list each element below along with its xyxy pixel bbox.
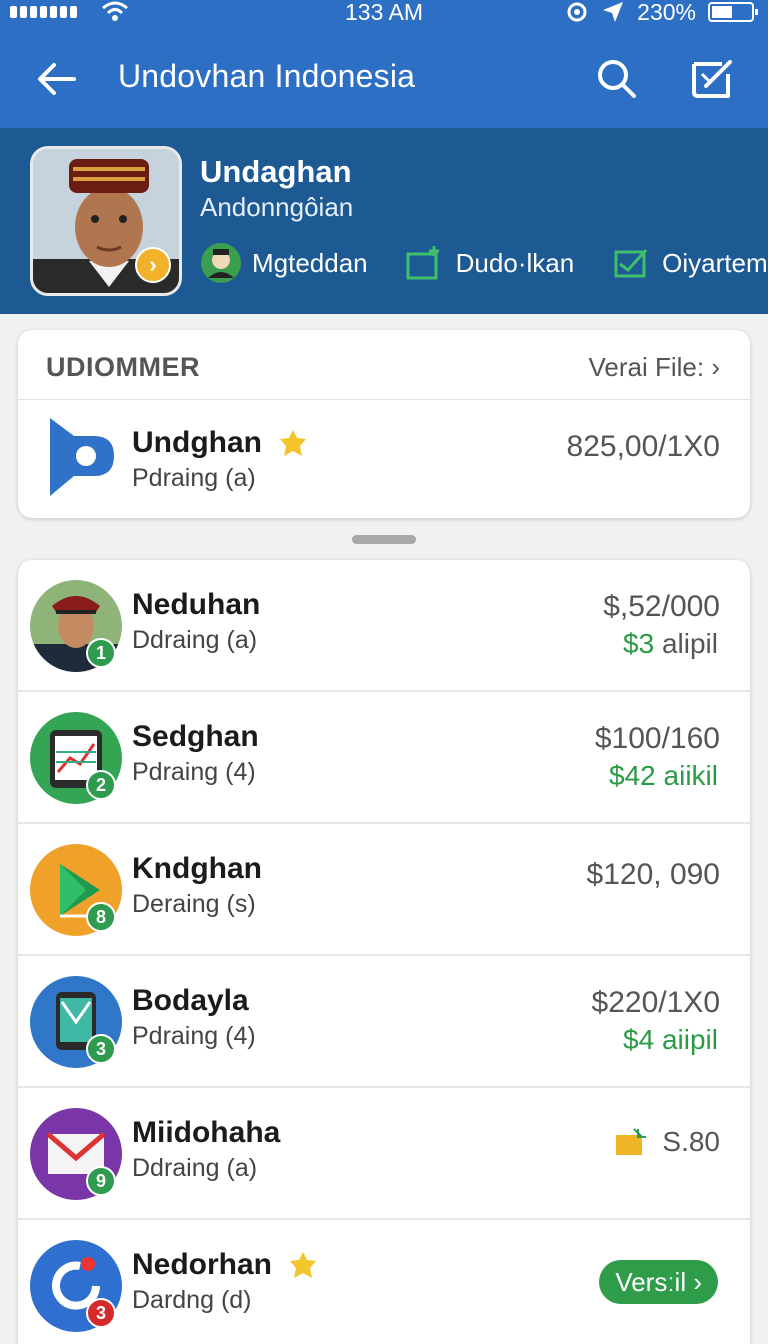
list-item[interactable]: 1 Neduhan Ddraing (a) $,52/000 $3 alipil: [18, 560, 750, 692]
item-title: Sedghan: [132, 720, 259, 753]
play-logo-icon: [50, 418, 114, 496]
item-price: $,52/000: [603, 590, 720, 623]
item-price: $100/160: [594, 722, 720, 755]
status-bar: 133 AM 230%: [0, 0, 768, 28]
list-item[interactable]: 8 Kndghan Deraing (s) $120, 090: [18, 824, 750, 956]
profile-header: › Undaghan Andonngôian Mgteddan Dudo·lka…: [0, 128, 768, 314]
item-subtitle: Ddraing (a): [132, 626, 258, 654]
item-price-row: S.80: [614, 1126, 720, 1158]
item-price: S.80: [662, 1126, 720, 1157]
action-add-folder[interactable]: Dudo·lkan: [404, 242, 575, 284]
profile-subtitle: Andonngôian: [200, 192, 354, 222]
rank-badge: 2: [86, 770, 116, 800]
rank-badge: 3: [86, 1034, 116, 1064]
location-icon: [603, 2, 624, 22]
item-subtitle: Deraing (s): [132, 890, 256, 918]
page-title: Undovhan Indonesia: [118, 58, 416, 94]
item-subtitle: Pdraing (4): [132, 1022, 256, 1050]
section-header: UDIOMMER Verai File: ›: [18, 330, 750, 400]
battery-percent: 230%: [637, 0, 696, 25]
featured-title: Undghan: [132, 426, 308, 460]
item-title: Neduhan: [132, 588, 261, 621]
version-button[interactable]: Versːil ›: [599, 1260, 718, 1304]
featured-price: 825,00/1X0: [566, 430, 720, 463]
section-label: UDIOMMER: [46, 352, 200, 382]
search-icon[interactable]: [590, 52, 644, 106]
list-item[interactable]: 9 Miidohaha Ddraing (a) S.80: [18, 1088, 750, 1220]
rank-badge: 9: [86, 1166, 116, 1196]
action-check[interactable]: Oiyartem: [610, 242, 768, 284]
profile-actions: Mgteddan Dudo·lkan Oiyartem: [200, 242, 768, 284]
list-item[interactable]: 3 Nedorhan Dardng (d) Versːil ›: [18, 1220, 750, 1344]
item-change: $42 aiikil: [609, 760, 718, 791]
rank-badge: 3: [86, 1298, 116, 1328]
view-files-link[interactable]: Verai File: ›: [589, 352, 721, 383]
sync-icon: [567, 2, 587, 22]
item-list: 1 Neduhan Ddraing (a) $,52/000 $3 alipil…: [18, 560, 750, 1344]
action-label: Oiyartem: [662, 247, 768, 278]
profile-avatar[interactable]: ›: [30, 146, 182, 296]
item-subtitle: Pdraing (4): [132, 758, 256, 786]
star-badge-icon: [280, 430, 307, 457]
app-bar: Undovhan Indonesia: [0, 28, 768, 128]
folder-plus-icon: [404, 242, 446, 284]
rank-badge: 8: [86, 902, 116, 932]
item-title: Miidohaha: [132, 1116, 281, 1149]
action-label: Dudo·lkan: [455, 247, 575, 278]
item-change: $4 aiipil: [623, 1024, 718, 1055]
battery-icon: [708, 2, 758, 22]
item-price: $220/1X0: [591, 986, 720, 1019]
drag-handle[interactable]: [352, 535, 416, 544]
list-item[interactable]: 3 Bodayla Pdraing (4) $220/1X0 $4 aiipil: [18, 956, 750, 1088]
featured-item[interactable]: Undghan Pdraing (a) 825,00/1X0: [18, 400, 750, 518]
item-title: Kndghan: [132, 852, 262, 885]
verified-badge-icon: ›: [135, 247, 171, 283]
rank-badge: 1: [86, 638, 116, 668]
profile-name: Undaghan: [200, 154, 352, 189]
action-label: Mgteddan: [252, 247, 368, 278]
folder-tag-icon: [616, 1128, 647, 1155]
item-subtitle: Ddraing (a): [132, 1154, 258, 1182]
item-price: $120, 090: [586, 858, 720, 891]
contact-avatar-icon: [200, 242, 242, 284]
star-badge-icon: [290, 1252, 317, 1279]
item-title: Bodayla: [132, 984, 249, 1017]
featured-subtitle: Pdraing (a): [132, 464, 256, 492]
item-subtitle: Dardng (d): [132, 1286, 252, 1314]
list-item[interactable]: 2 Sedghan Pdraing (4) $100/160 $42 aiiki…: [18, 692, 750, 824]
section-card: UDIOMMER Verai File: › Undghan Pdraing (…: [18, 330, 750, 518]
item-title: Nedorhan: [132, 1248, 318, 1282]
action-contacts[interactable]: Mgteddan: [200, 242, 368, 284]
back-arrow-icon[interactable]: [30, 52, 84, 106]
item-change: $3 alipil: [623, 628, 718, 659]
compose-icon[interactable]: [686, 52, 740, 106]
check-box-icon: [610, 242, 652, 284]
